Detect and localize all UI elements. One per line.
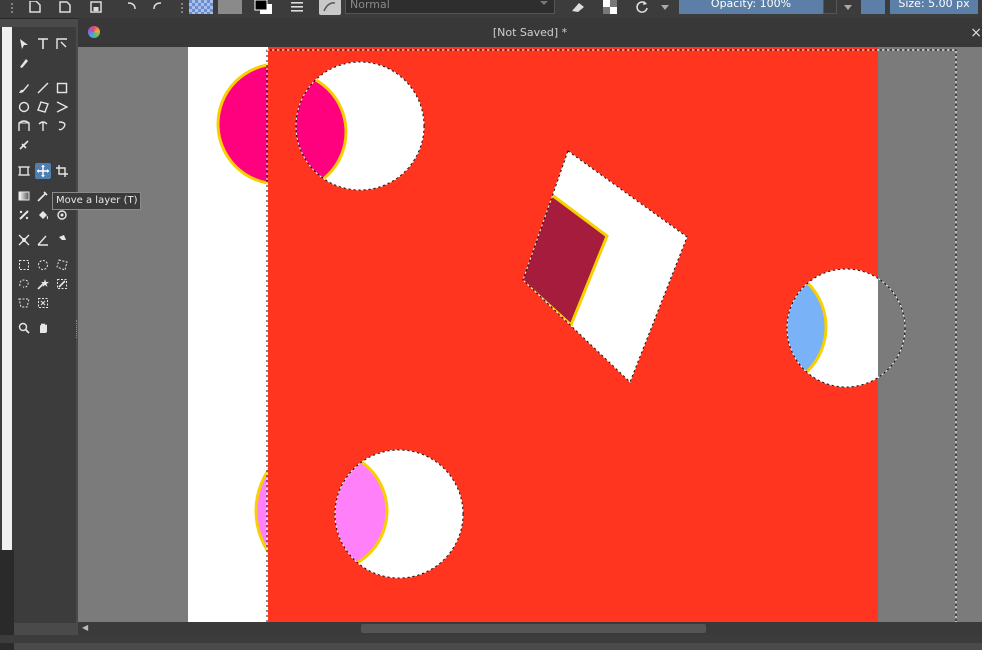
crop-tool-icon[interactable]	[54, 163, 70, 179]
document-title[interactable]: [Not Saved] *	[78, 26, 982, 39]
measure-tool-icon[interactable]	[35, 232, 51, 248]
close-icon[interactable]: ×	[970, 25, 982, 41]
top-toolbar: Normal Opacity: 100% Size: 5.00 px	[0, 0, 982, 19]
magnetic-select-tool-icon[interactable]	[35, 295, 51, 311]
brush-size-slider[interactable]: Size: 5.00 px	[890, 0, 978, 14]
horizontal-scrollbar[interactable]: ◀	[78, 622, 982, 635]
fill-tool-icon[interactable]	[35, 207, 51, 223]
rectangular-select-tool-icon[interactable]	[16, 257, 32, 273]
document-tab-bar: [Not Saved] * ×	[78, 18, 982, 47]
toolbar-grip-icon	[178, 0, 186, 14]
polygonal-select-tool-icon[interactable]	[54, 257, 70, 273]
dynamic-brush-tool-icon[interactable]	[54, 118, 70, 134]
pan-tool-icon[interactable]	[35, 320, 51, 336]
select-shapes-tool-icon[interactable]	[16, 36, 32, 52]
window-edge	[0, 27, 14, 623]
toolbar-grip-icon	[8, 0, 16, 14]
move-tool-tooltip: Move a layer (T)	[52, 192, 141, 210]
gradient-tool-icon[interactable]	[16, 188, 32, 204]
blend-mode-select[interactable]: Normal	[345, 0, 555, 14]
background-window-strip	[2, 27, 12, 552]
blend-mode-value: Normal	[350, 0, 390, 11]
ellipse-tool-icon[interactable]	[16, 99, 32, 115]
open-document-icon[interactable]	[57, 0, 73, 14]
fg-bg-color-icon[interactable]	[252, 0, 276, 14]
freehand-path-tool-icon[interactable]	[35, 118, 51, 134]
gradient-swatch-icon[interactable]	[189, 0, 213, 14]
canvas-drawing[interactable]	[78, 47, 982, 622]
alpha-lock-icon[interactable]	[600, 0, 620, 14]
scroll-left-icon[interactable]: ◀	[82, 623, 88, 632]
color-picker-tool-icon[interactable]	[35, 188, 51, 204]
layer-list-icon[interactable]	[289, 0, 305, 14]
smart-patch-tool-icon[interactable]	[16, 207, 32, 223]
edit-shapes-tool-icon[interactable]	[54, 36, 70, 52]
transform-tool-icon[interactable]	[16, 163, 32, 179]
assistant-tool-icon[interactable]	[16, 232, 32, 248]
new-document-icon[interactable]	[27, 0, 43, 14]
eraser-icon[interactable]	[568, 0, 588, 14]
brush-preset-icon[interactable]	[318, 0, 342, 14]
canvas-outside-right	[878, 47, 982, 622]
similar-color-select-tool-icon[interactable]	[54, 276, 70, 292]
status-bar	[0, 635, 982, 643]
multibrush-tool-icon[interactable]	[16, 137, 32, 153]
opacity-slider[interactable]: Opacity: 100%	[679, 0, 823, 14]
size-slider-handle[interactable]	[861, 0, 885, 14]
pattern-swatch-icon[interactable]	[218, 0, 242, 14]
toolbox-panel	[14, 27, 76, 623]
chevron-down-icon[interactable]	[660, 0, 670, 14]
tooltip-text: Move a layer (T)	[56, 195, 137, 206]
move-tool-icon[interactable]	[35, 163, 51, 179]
line-tool-icon[interactable]	[35, 80, 51, 96]
chevron-down-icon[interactable]	[843, 0, 853, 14]
freehand-select-tool-icon[interactable]	[16, 276, 32, 292]
contiguous-select-tool-icon[interactable]	[35, 276, 51, 292]
reference-images-tool-icon[interactable]	[54, 232, 70, 248]
zoom-tool-icon[interactable]	[16, 320, 32, 336]
canvas-viewport[interactable]	[78, 47, 982, 622]
text-tool-icon[interactable]	[35, 36, 51, 52]
opacity-spin-button[interactable]	[823, 0, 837, 14]
redo-icon[interactable]	[150, 0, 166, 14]
calligraphy-tool-icon[interactable]	[16, 55, 32, 71]
opacity-label: Opacity: 100%	[711, 0, 791, 10]
undo-icon[interactable]	[123, 0, 139, 14]
brush-size-label: Size: 5.00 px	[898, 0, 969, 10]
elliptical-select-tool-icon[interactable]	[35, 257, 51, 273]
polyline-tool-icon[interactable]	[54, 99, 70, 115]
reload-preset-icon[interactable]	[632, 0, 652, 14]
chevron-down-icon	[540, 1, 548, 5]
polygon-tool-icon[interactable]	[35, 99, 51, 115]
scrollbar-thumb[interactable]	[361, 624, 706, 633]
bezier-select-tool-icon[interactable]	[16, 295, 32, 311]
save-icon[interactable]	[88, 0, 104, 14]
bezier-curve-tool-icon[interactable]	[16, 118, 32, 134]
freehand-brush-tool-icon[interactable]	[16, 80, 32, 96]
rectangle-tool-icon[interactable]	[54, 80, 70, 96]
